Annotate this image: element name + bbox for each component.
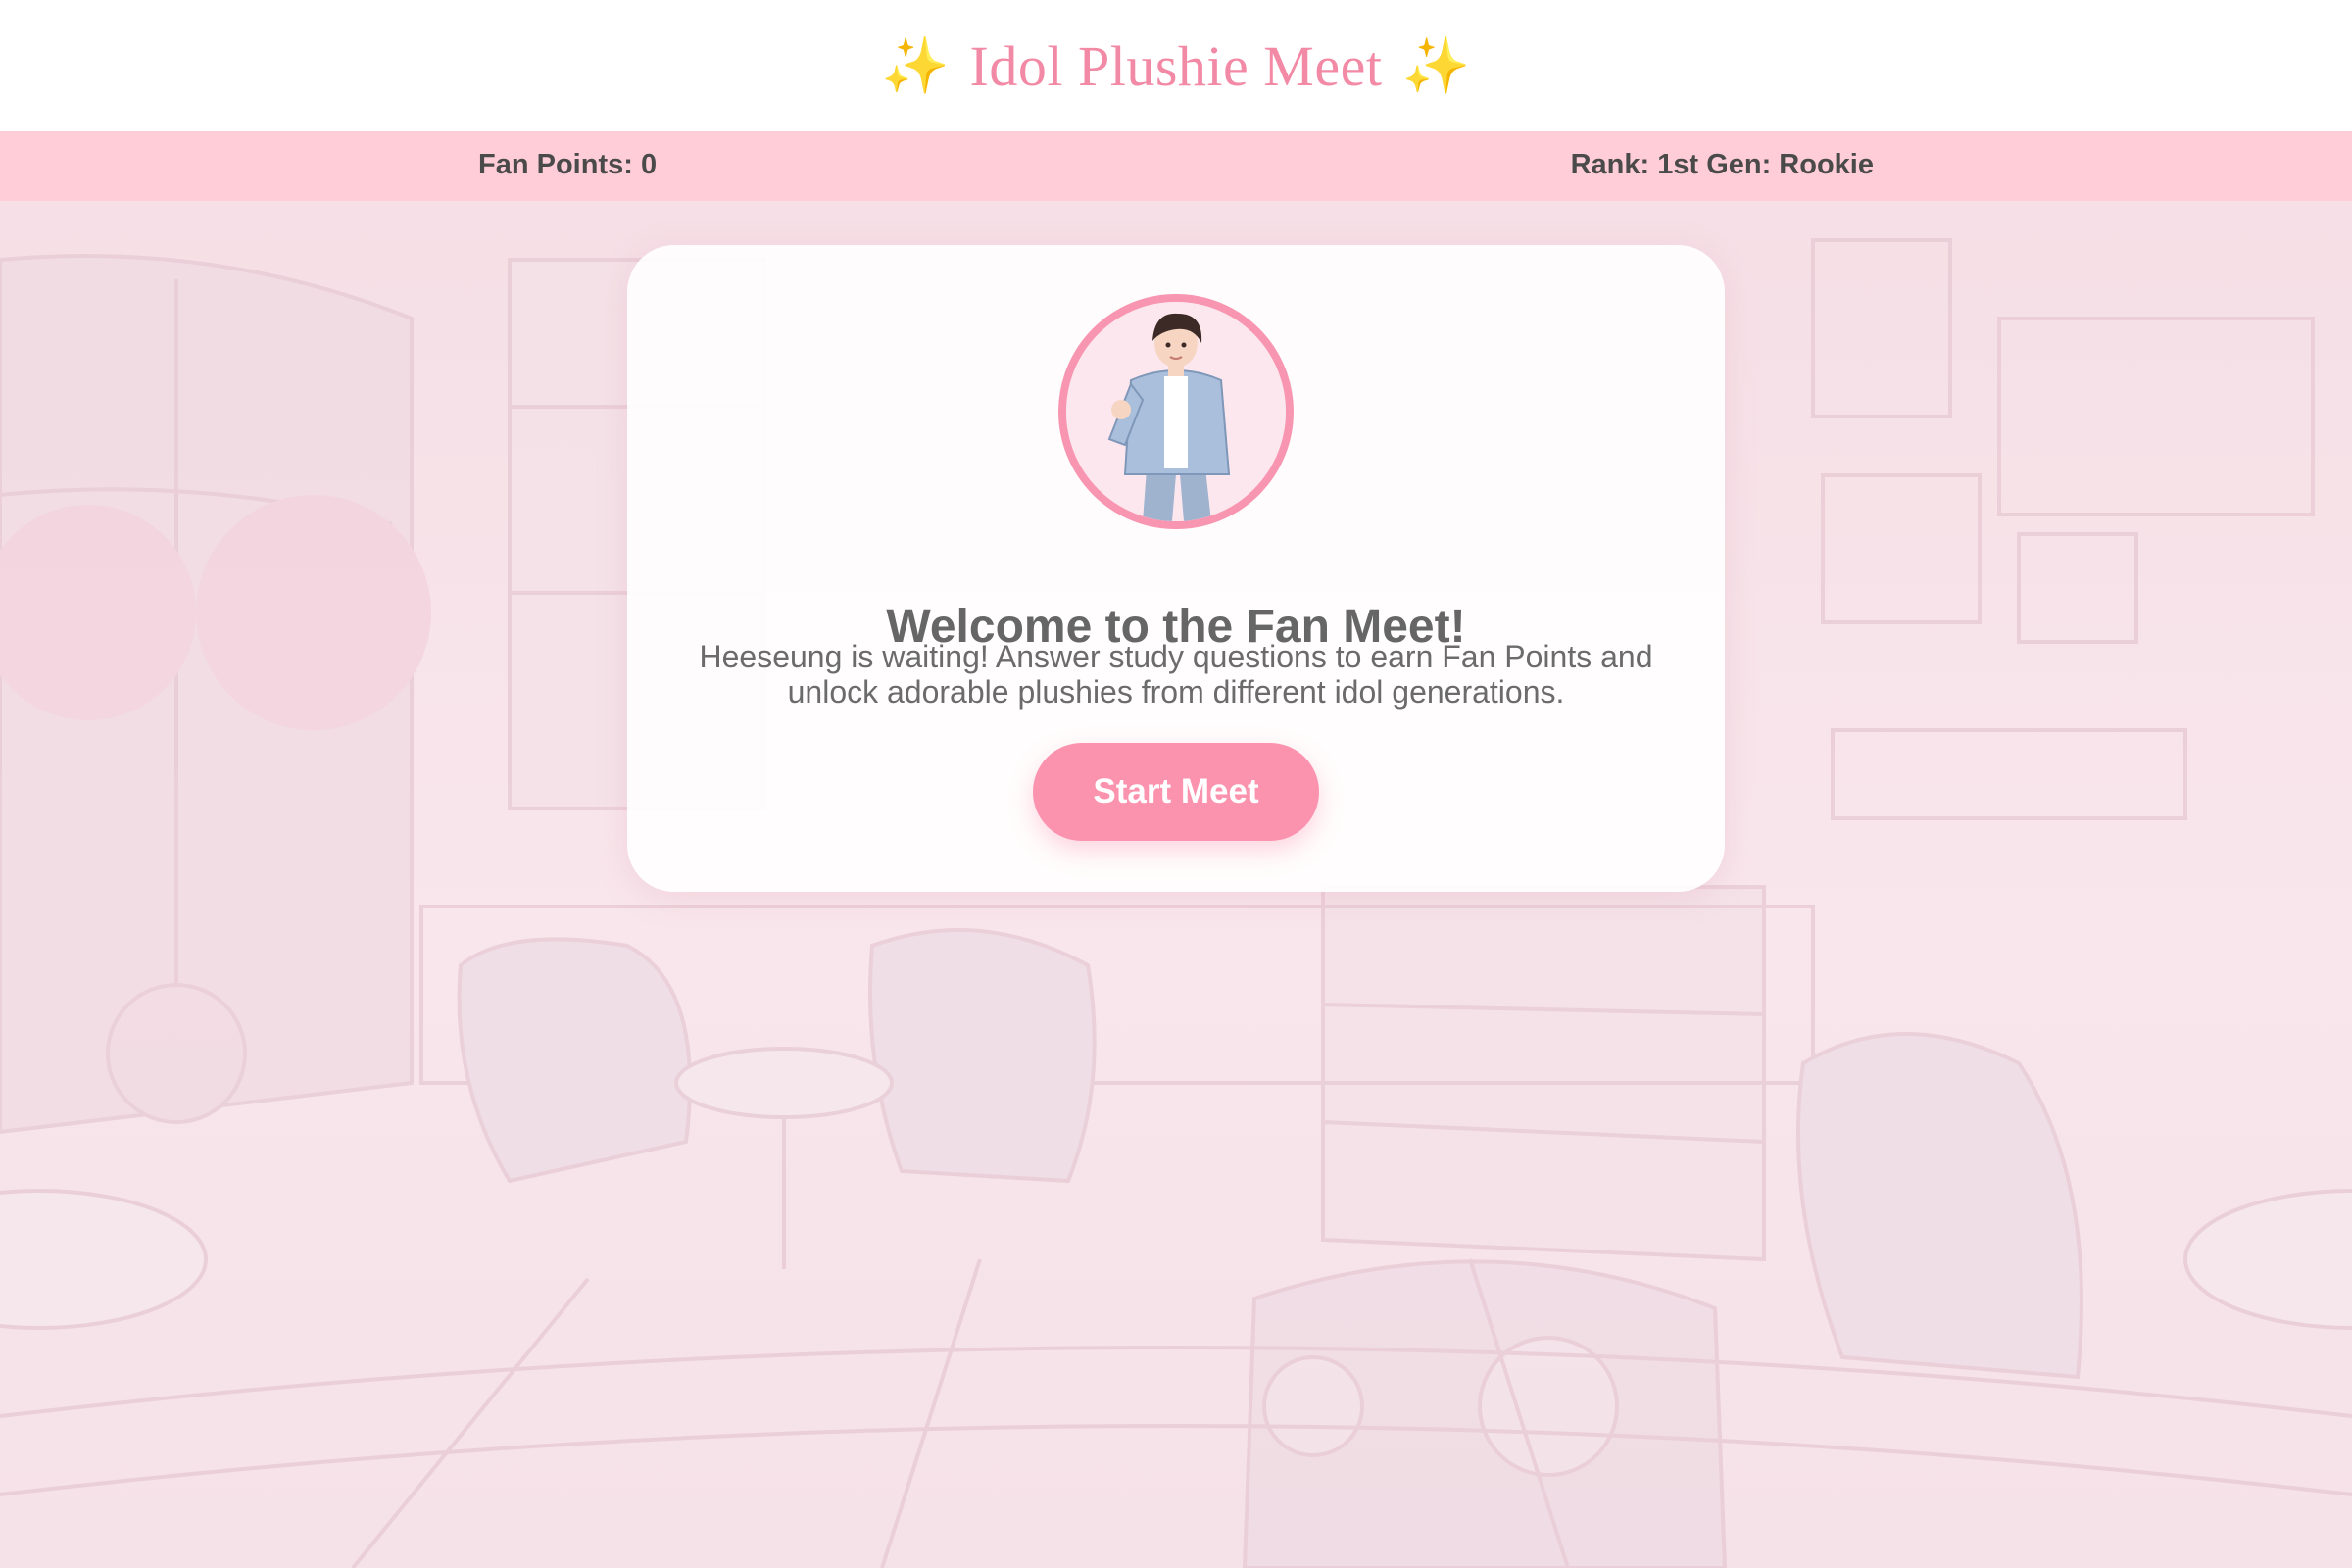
start-meet-button[interactable]: Start Meet	[1033, 743, 1319, 841]
idol-avatar	[1058, 294, 1294, 529]
status-bar: Fan Points: 0 Rank: 1st Gen: Rookie	[0, 131, 2352, 201]
app-title: ✨ Idol Plushie Meet ✨	[881, 33, 1470, 99]
sparkles-icon: ✨	[881, 36, 951, 97]
welcome-card: Welcome to the Fan Meet! Heeseung is wai…	[627, 245, 1725, 892]
sparkles-icon: ✨	[1401, 36, 1471, 97]
app-header: ✨ Idol Plushie Meet ✨	[0, 0, 2352, 131]
app-title-text: Idol Plushie Meet	[969, 33, 1383, 98]
idol-avatar-illustration	[1066, 302, 1286, 521]
welcome-description: Heeseung is waiting! Answer study questi…	[699, 639, 1653, 710]
rank-display: Rank: 1st Gen: Rookie	[1570, 149, 1874, 180]
fan-points-display: Fan Points: 0	[478, 149, 658, 180]
